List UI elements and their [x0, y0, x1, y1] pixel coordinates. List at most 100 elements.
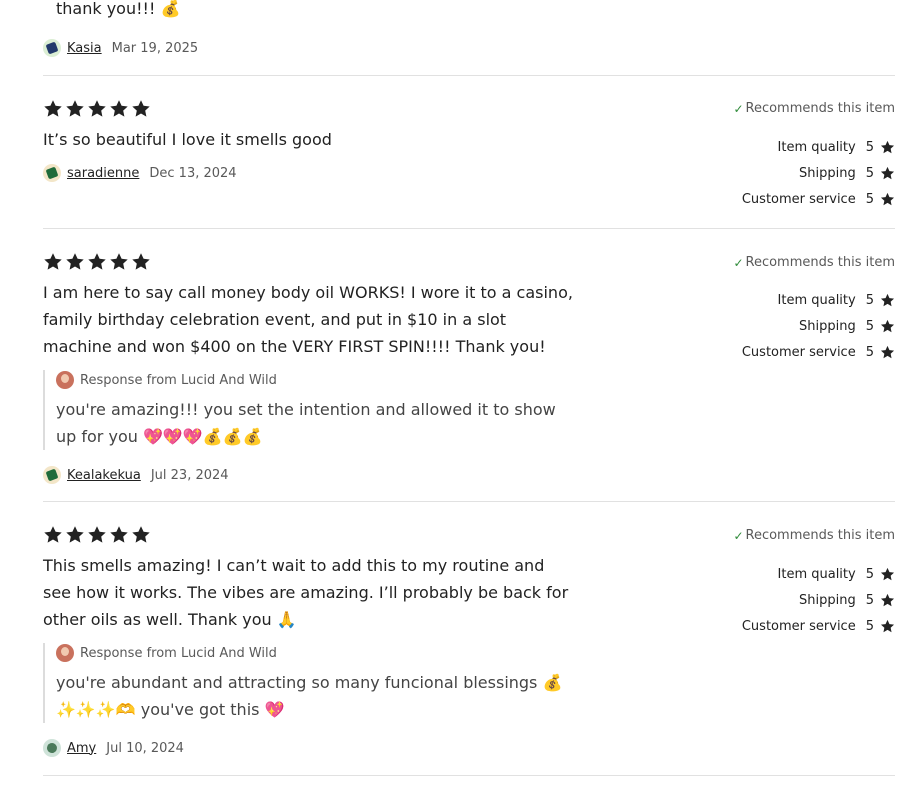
review-1-stars: [43, 99, 151, 121]
rating-row: Shipping 5: [695, 587, 895, 613]
star-icon: [110, 526, 128, 543]
review-3-ratings: Item quality 5 Shipping 5 Customer service…: [695, 561, 895, 639]
star-icon: [880, 345, 895, 358]
review-2-recommend: ✓ Recommends this item: [733, 255, 895, 270]
star-icon: [88, 100, 106, 117]
rating-row: Item quality 5: [695, 134, 895, 160]
rating-label: Customer service: [741, 618, 856, 634]
star-icon: [66, 253, 84, 270]
recommend-label: Recommends this item: [745, 528, 896, 543]
review-1-date: Dec 13, 2024: [149, 165, 237, 181]
star-icon: [110, 100, 128, 117]
rating-row: Shipping 5: [695, 313, 895, 339]
rating-row: Shipping 5: [695, 160, 895, 186]
response-text: you're abundant and attracting so many f…: [56, 673, 563, 719]
response-text: you're amazing!!! you set the intention …: [56, 400, 556, 446]
review-0-username[interactable]: Kasia: [67, 41, 102, 56]
rating-row: Customer service 5: [695, 186, 895, 212]
review-1-ratings: Item quality 5 Shipping 5 Customer service…: [695, 134, 895, 212]
review-3-stars: [43, 525, 151, 547]
check-icon: ✓: [733, 101, 744, 116]
rating-label: Item quality: [777, 292, 856, 308]
star-icon: [88, 253, 106, 270]
star-icon: [880, 192, 895, 205]
star-icon: [110, 253, 128, 270]
review-2-text: I am here to say call money body oil WOR…: [43, 283, 573, 356]
star-icon: [66, 100, 84, 117]
rating-value: 5: [865, 292, 874, 308]
rating-value: 5: [865, 165, 874, 181]
check-icon: ✓: [733, 255, 744, 270]
star-icon: [132, 526, 150, 543]
review-2-date: Jul 23, 2024: [150, 467, 229, 483]
rating-value: 5: [865, 318, 874, 334]
avatar[interactable]: [43, 466, 61, 484]
rating-value: 5: [865, 566, 874, 582]
review-1-text: It’s so beautiful I love it smells good: [43, 130, 332, 149]
star-icon: [880, 619, 895, 632]
review-2-stars: [43, 252, 151, 274]
review-2-ratings: Item quality 5 Shipping 5 Customer service…: [695, 287, 895, 365]
star-icon: [880, 567, 895, 580]
check-icon: ✓: [733, 528, 744, 543]
review-3-recommend: ✓ Recommends this item: [733, 528, 895, 543]
star-icon: [132, 100, 150, 117]
star-icon: [44, 253, 62, 270]
rating-label: Item quality: [777, 139, 856, 155]
star-icon: [88, 526, 106, 543]
review-1-username[interactable]: saradienne: [67, 166, 139, 181]
review-2-meta: Kealakekua Jul 23, 2024: [43, 465, 229, 485]
star-icon: [880, 593, 895, 606]
star-icon: [880, 293, 895, 306]
rating-row: Customer service 5: [695, 339, 895, 365]
review-3-text: This smells amazing! I can’t wait to add…: [43, 556, 569, 629]
star-icon: [880, 140, 895, 153]
review-1-recommend: ✓ Recommends this item: [733, 101, 895, 116]
review-3-meta: Amy Jul 10, 2024: [43, 738, 184, 758]
review-3-date: Jul 10, 2024: [106, 740, 184, 756]
shop-avatar[interactable]: [56, 644, 74, 662]
star-icon: [66, 526, 84, 543]
rating-label: Customer service: [741, 344, 856, 360]
response-header: Response from Lucid And Wild: [56, 643, 576, 663]
recommend-label: Recommends this item: [745, 101, 896, 116]
star-icon: [44, 526, 62, 543]
review-2-username[interactable]: Kealakekua: [67, 468, 141, 483]
review-divider: [43, 228, 895, 229]
review-0-meta: Kasia Mar 19, 2025: [43, 38, 198, 58]
rating-value: 5: [865, 344, 874, 360]
rating-label: Customer service: [741, 191, 856, 207]
rating-row: Item quality 5: [695, 561, 895, 587]
review-divider: [43, 775, 895, 776]
avatar[interactable]: [43, 39, 61, 57]
rating-row: Customer service 5: [695, 613, 895, 639]
avatar[interactable]: [43, 739, 61, 757]
response-from: Response from Lucid And Wild: [80, 372, 277, 388]
rating-label: Shipping: [799, 165, 856, 181]
review-2-response: Response from Lucid And Wild you're amaz…: [43, 370, 576, 450]
rating-value: 5: [865, 592, 874, 608]
rating-value: 5: [865, 618, 874, 634]
response-header: Response from Lucid And Wild: [56, 370, 576, 390]
shop-avatar[interactable]: [56, 371, 74, 389]
star-icon: [880, 319, 895, 332]
review-1-meta: saradienne Dec 13, 2024: [43, 163, 237, 183]
review-0-text: thank you!!! 💰: [56, 0, 181, 18]
star-icon: [132, 253, 150, 270]
review-3-username[interactable]: Amy: [67, 741, 96, 756]
rating-label: Shipping: [799, 592, 856, 608]
rating-label: Shipping: [799, 318, 856, 334]
star-icon: [44, 100, 62, 117]
star-icon: [880, 166, 895, 179]
review-divider: [43, 501, 895, 502]
rating-row: Item quality 5: [695, 287, 895, 313]
rating-value: 5: [865, 191, 874, 207]
rating-label: Item quality: [777, 566, 856, 582]
response-from: Response from Lucid And Wild: [80, 645, 277, 661]
recommend-label: Recommends this item: [745, 255, 896, 270]
review-divider: [43, 75, 895, 76]
review-0-date: Mar 19, 2025: [111, 40, 199, 56]
rating-value: 5: [865, 139, 874, 155]
review-3-response: Response from Lucid And Wild you're abun…: [43, 643, 576, 723]
avatar[interactable]: [43, 164, 61, 182]
